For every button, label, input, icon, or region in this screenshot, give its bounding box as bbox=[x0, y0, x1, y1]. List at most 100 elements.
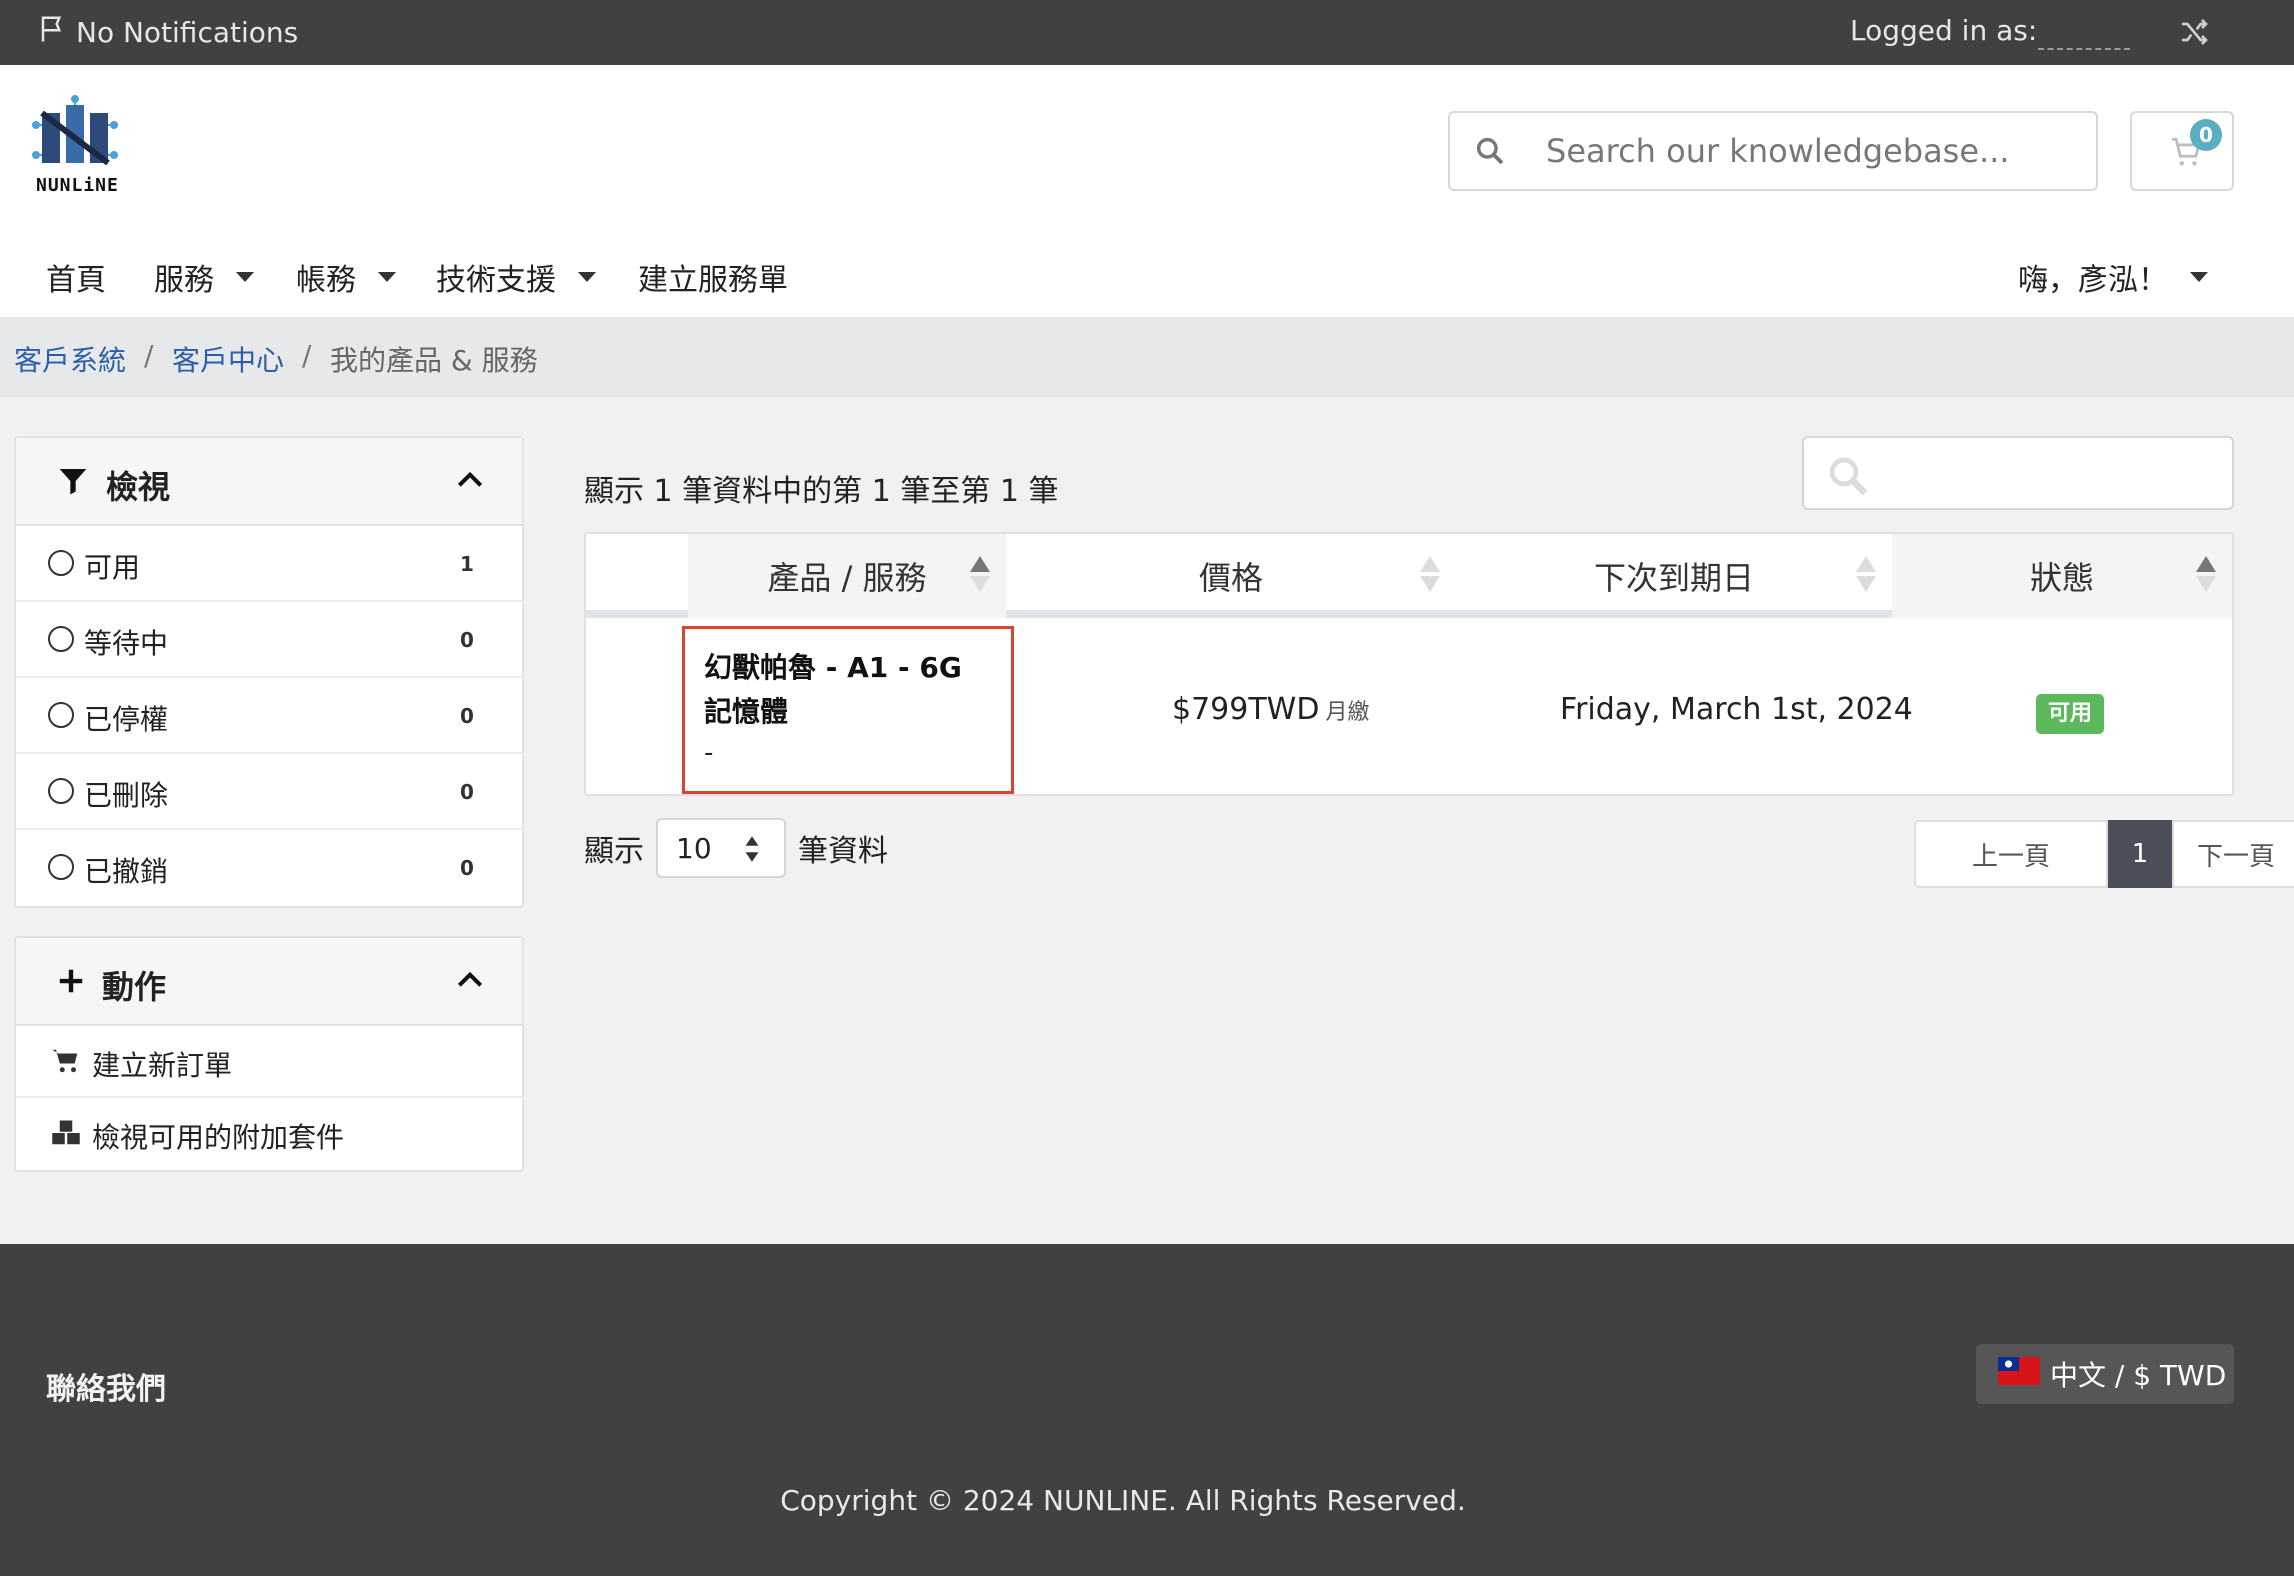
col-header-label: 下次到期日 bbox=[1593, 559, 1754, 597]
pagination-next[interactable]: 下一頁 bbox=[2172, 820, 2294, 888]
nav-services-label: 服務 bbox=[154, 263, 214, 298]
breadcrumb-client-area[interactable]: 客戶系統 bbox=[14, 339, 126, 379]
col-product-service[interactable]: 產品 / 服務 bbox=[688, 534, 1006, 618]
product-domain: - bbox=[704, 738, 714, 768]
view-panel-title-text: 檢視 bbox=[106, 468, 171, 506]
pagination-current[interactable]: 1 bbox=[2108, 820, 2172, 888]
table-header: 產品 / 服務 價格 下次到期日 狀態 bbox=[586, 534, 2232, 618]
plus-icon bbox=[56, 966, 86, 1004]
filter-label: 已撤銷 bbox=[84, 855, 169, 888]
breadcrumb-current: 我的產品 & 服務 bbox=[330, 344, 538, 377]
filter-icon bbox=[56, 465, 90, 505]
chevron-up-icon[interactable] bbox=[454, 464, 486, 500]
language-currency-label: 中文 / $ TWD bbox=[2050, 1359, 2227, 1392]
view-panel-header[interactable]: 檢視 bbox=[16, 438, 522, 526]
top-bar: No Notifications Logged in as: bbox=[0, 0, 2294, 65]
caret-down-icon bbox=[236, 272, 254, 282]
product-price: $799TWD 月繳 bbox=[1172, 692, 1369, 727]
sort-asc-icon bbox=[970, 556, 990, 600]
nav-services[interactable]: 服務 bbox=[154, 255, 254, 299]
nav-user-menu[interactable]: 嗨，彥泓！ bbox=[2018, 255, 2208, 299]
filter-item-terminated[interactable]: 已刪除 0 bbox=[16, 754, 522, 830]
pagination-prev[interactable]: 上一頁 bbox=[1914, 820, 2108, 888]
radio-circle-icon bbox=[48, 778, 74, 804]
nav-home[interactable]: 首頁 bbox=[46, 255, 106, 299]
search-icon bbox=[1824, 452, 1872, 504]
filter-count: 1 bbox=[460, 552, 474, 576]
breadcrumb: 客戶系統 / 客戶中心 / 我的產品 & 服務 bbox=[0, 317, 2294, 397]
view-filter-panel: 檢視 可用 1 等待中 0 已停權 0 已刪除 0 已撤銷 0 bbox=[14, 436, 524, 908]
nav-support-label: 技術支援 bbox=[436, 263, 556, 298]
table-search-box[interactable] bbox=[1802, 436, 2234, 510]
language-currency-button[interactable]: 中文 / $ TWD bbox=[1976, 1344, 2234, 1404]
next-due-date: Friday, March 1st, 2024 bbox=[1560, 692, 1913, 727]
notifications-link[interactable]: No Notifications bbox=[38, 14, 298, 51]
col-header-label: 產品 / 服務 bbox=[767, 559, 927, 597]
breadcrumb-separator: / bbox=[144, 339, 154, 372]
radio-circle-icon bbox=[48, 702, 74, 728]
logged-in-user[interactable] bbox=[2038, 30, 2130, 50]
breadcrumb-client-center[interactable]: 客戶中心 bbox=[172, 339, 284, 379]
cubes-icon bbox=[50, 1118, 82, 1155]
col-next-due[interactable]: 下次到期日 bbox=[1456, 534, 1892, 618]
logo-mark bbox=[32, 95, 118, 166]
filter-item-suspended[interactable]: 已停權 0 bbox=[16, 678, 522, 754]
knowledgebase-search[interactable] bbox=[1448, 111, 2098, 191]
nav-support[interactable]: 技術支援 bbox=[436, 255, 596, 299]
cart-button[interactable]: 0 bbox=[2130, 111, 2234, 191]
actions-panel-header[interactable]: 動作 bbox=[16, 938, 522, 1026]
radio-circle-icon bbox=[48, 550, 74, 576]
col-price[interactable]: 價格 bbox=[1006, 534, 1456, 618]
radio-circle-icon bbox=[48, 854, 74, 880]
contact-us-link[interactable]: 聯絡我們 bbox=[46, 1364, 166, 1408]
caret-down-icon bbox=[578, 272, 596, 282]
status-badge: 可用 bbox=[2036, 694, 2105, 734]
page-length-select[interactable]: 10 bbox=[656, 818, 786, 878]
actions-panel-title-text: 動作 bbox=[102, 968, 167, 1006]
shuffle-icon[interactable] bbox=[2178, 16, 2210, 55]
breadcrumb-separator: / bbox=[302, 339, 312, 372]
col-header-label: 價格 bbox=[1198, 559, 1263, 597]
notifications-text: No Notifications bbox=[76, 16, 299, 49]
nav-open-ticket[interactable]: 建立服務單 bbox=[638, 255, 788, 299]
sort-icon bbox=[1856, 556, 1876, 600]
filter-item-pending[interactable]: 等待中 0 bbox=[16, 602, 522, 678]
length-menu-prefix: 顯示 bbox=[584, 834, 644, 869]
flag-icon bbox=[38, 14, 68, 51]
footer: 聯絡我們 中文 / $ TWD Copyright © 2024 NUNLINE… bbox=[0, 1244, 2294, 1576]
actions-panel: 動作 建立新訂單 檢視可用的附加套件 bbox=[14, 936, 524, 1172]
table-summary: 顯示 1 筆資料中的第 1 筆至第 1 筆 bbox=[584, 474, 1059, 509]
filter-count: 0 bbox=[460, 704, 474, 728]
filter-label: 已刪除 bbox=[84, 779, 169, 812]
col-status[interactable]: 狀態 bbox=[1892, 534, 2232, 618]
taiwan-flag-icon bbox=[1998, 1356, 2040, 1392]
filter-item-active[interactable]: 可用 1 bbox=[16, 526, 522, 602]
filter-count: 0 bbox=[460, 628, 474, 652]
cart-icon bbox=[50, 1046, 82, 1083]
knowledgebase-search-input[interactable] bbox=[1546, 129, 2066, 173]
length-menu-suffix: 筆資料 bbox=[798, 834, 888, 869]
action-new-order[interactable]: 建立新訂單 bbox=[16, 1026, 522, 1098]
product-name: 幻獸帕魯 - A1 - 6G 記憶體 bbox=[704, 651, 962, 728]
pagination: 上一頁 1 下一頁 bbox=[1914, 820, 2294, 888]
header: NUNLiNE 0 首頁 服務 帳務 技術支援 建立服務單 嗨，彥泓！ bbox=[0, 65, 2294, 317]
filter-count: 0 bbox=[460, 856, 474, 880]
caret-down-icon bbox=[2190, 272, 2208, 282]
caret-down-icon bbox=[378, 272, 396, 282]
billing-cycle: 月繳 bbox=[1325, 700, 1370, 725]
chevron-up-icon[interactable] bbox=[454, 964, 486, 1000]
logo-text: NUNLiNE bbox=[36, 175, 119, 196]
price-amount: $799TWD bbox=[1172, 692, 1320, 727]
filter-label: 可用 bbox=[84, 551, 141, 584]
filter-count: 0 bbox=[460, 780, 474, 804]
action-view-addons[interactable]: 檢視可用的附加套件 bbox=[16, 1098, 522, 1170]
nav-billing[interactable]: 帳務 bbox=[296, 255, 396, 299]
page-length-value: 10 bbox=[676, 832, 712, 865]
view-panel-title: 檢視 bbox=[56, 462, 170, 508]
cart-count-badge: 0 bbox=[2190, 119, 2222, 151]
filter-label: 已停權 bbox=[84, 703, 169, 736]
actions-panel-title: 動作 bbox=[56, 962, 166, 1008]
col-header-label: 狀態 bbox=[2029, 559, 2094, 597]
filter-item-cancelled[interactable]: 已撤銷 0 bbox=[16, 830, 522, 906]
logged-in-label: Logged in as: bbox=[1850, 14, 2038, 47]
